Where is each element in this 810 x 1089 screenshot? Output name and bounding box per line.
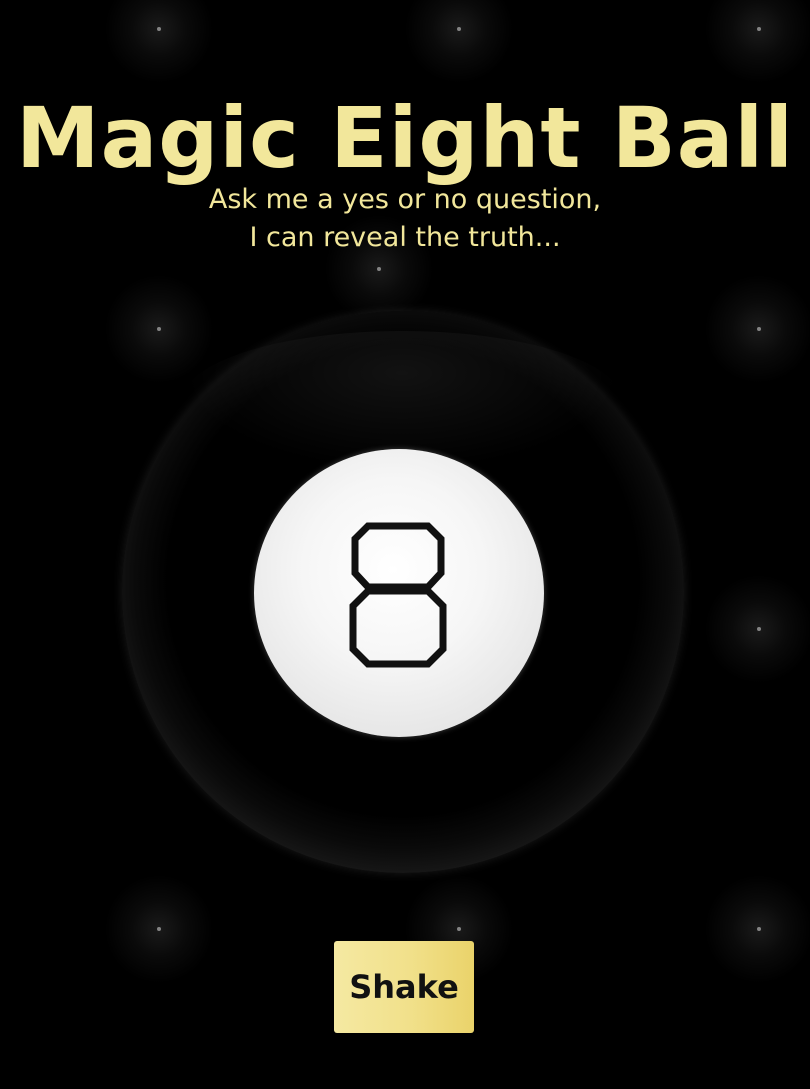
background-glow [704,574,810,684]
background-glow [404,0,514,84]
intro-text: Ask me a yes or no question, I can revea… [0,181,810,257]
background-glow [704,0,810,84]
intro-line-1: Ask me a yes or no question, [208,184,602,215]
ball-answer-window [254,449,544,737]
shake-button[interactable]: Shake [334,941,474,1033]
intro-line-2: I can reveal the truth... [249,222,561,253]
eight-number-icon [349,522,447,668]
background-glow [104,274,214,384]
background-glow [704,274,810,384]
magic-8-ball-icon [122,311,684,873]
background-glow [104,0,214,84]
background-glow [104,874,214,984]
background-glow [704,874,810,984]
